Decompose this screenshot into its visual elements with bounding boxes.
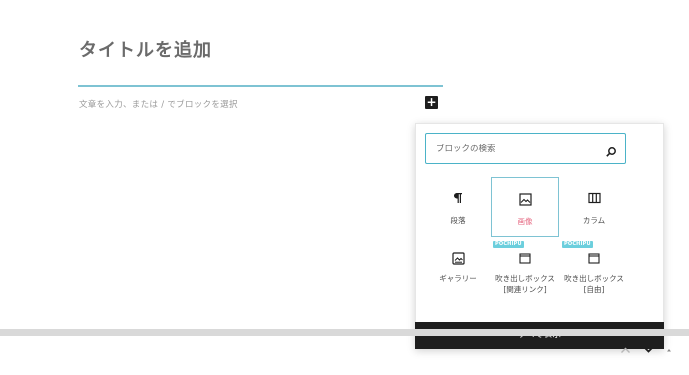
gallery-icon xyxy=(424,251,492,265)
window-icon xyxy=(491,251,559,265)
pochipu-badge: POCHIPU xyxy=(562,241,593,248)
paragraph-block-placeholder[interactable]: 文章を入力、または / でブロックを選択 xyxy=(79,98,238,110)
block-label: 段落 xyxy=(450,216,466,225)
columns-icon xyxy=(560,191,628,205)
block-inserter-popover: 段落 画像 カラム xyxy=(415,123,664,349)
block-inserter-toggle-button[interactable]: + xyxy=(425,96,438,109)
block-editor: タイトルを追加 文章を入力、または / でブロックを選択 + ブロックの検索 段… xyxy=(0,0,689,375)
chevron-down-icon[interactable] xyxy=(643,341,654,361)
footer-divider xyxy=(0,329,689,336)
block-item-balloon-free[interactable]: POCHIPU 吹き出しボックス[自由] xyxy=(560,241,628,305)
block-item-gallery[interactable]: ギャラリー xyxy=(424,245,492,305)
block-search-box xyxy=(425,133,626,164)
block-label: 吹き出しボックス[関連リンク] xyxy=(495,274,555,294)
post-title-field[interactable]: タイトルを追加 xyxy=(79,36,212,62)
plus-icon: + xyxy=(426,95,437,109)
block-item-columns[interactable]: カラム xyxy=(560,177,628,237)
block-navigation-arrows xyxy=(620,341,672,361)
block-label: カラム xyxy=(582,216,606,225)
image-icon xyxy=(492,192,558,206)
block-item-balloon-related-link[interactable]: POCHIPU 吹き出しボックス[関連リンク] xyxy=(491,241,559,305)
pochipu-badge: POCHIPU xyxy=(493,241,524,248)
block-search-input[interactable] xyxy=(436,143,605,154)
window-icon xyxy=(560,251,628,265)
block-label: 画像 xyxy=(517,217,533,226)
search-icon[interactable] xyxy=(605,143,617,157)
paragraph-icon xyxy=(424,191,492,205)
caret-up-icon[interactable] xyxy=(666,341,672,361)
block-item-image[interactable]: 画像 xyxy=(491,177,559,237)
block-item-paragraph[interactable]: 段落 xyxy=(424,177,492,237)
title-underline xyxy=(78,85,443,87)
block-label: ギャラリー xyxy=(439,274,477,283)
block-label: 吹き出しボックス[自由] xyxy=(564,274,624,294)
chevron-up-icon[interactable] xyxy=(620,341,631,361)
